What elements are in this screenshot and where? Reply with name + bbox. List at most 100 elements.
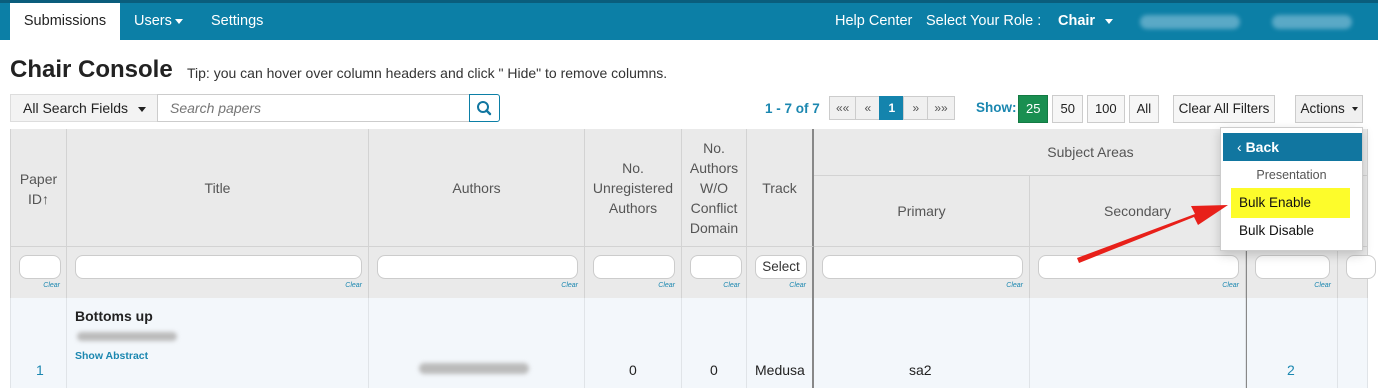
user-menu-redacted[interactable] — [1272, 15, 1352, 29]
clear-link[interactable]: Clear — [658, 282, 675, 289]
track-value: Medusa — [755, 362, 805, 378]
col-header-wo-conflict[interactable]: No. Authors W/O Conflict Domain — [682, 129, 747, 247]
clear-link[interactable]: Clear — [789, 282, 806, 289]
role-dropdown[interactable]: Chair — [1058, 3, 1114, 40]
filter-cell-extra-2 — [1338, 247, 1376, 298]
page-size-100[interactable]: 100 — [1086, 95, 1125, 123]
chevron-down-icon — [1105, 18, 1114, 24]
actions-label: Actions — [1300, 101, 1345, 116]
clear-link[interactable]: Clear — [723, 282, 740, 289]
show-abstract-link[interactable]: Show Abstract — [75, 350, 148, 362]
col-header-paper-id[interactable]: Paper ID↑ — [10, 129, 67, 247]
page-title: Chair Console — [10, 56, 173, 83]
col-header-track[interactable]: Track — [747, 129, 814, 247]
clear-link[interactable]: Clear — [1314, 282, 1331, 289]
filter-input-extra[interactable] — [1255, 255, 1330, 279]
bulk-disable-item[interactable]: Bulk Disable — [1231, 216, 1350, 246]
filter-input-paper-id[interactable] — [19, 255, 61, 279]
nav-help-center[interactable]: Help Center — [835, 3, 912, 40]
filter-input-unregistered[interactable] — [593, 255, 675, 279]
table-row: 1 — [10, 298, 67, 388]
unregistered-value: 0 — [629, 362, 637, 378]
extra-cell — [1338, 298, 1368, 388]
filter-input-title[interactable] — [75, 255, 362, 279]
show-label: Show: — [976, 100, 1017, 115]
col-header-paper-id-label: Paper ID — [19, 170, 58, 207]
primary-cell: sa2 — [814, 298, 1030, 388]
nav-submissions[interactable]: Submissions — [10, 3, 120, 40]
prev-page-button[interactable]: « — [855, 96, 881, 120]
top-nav: Submissions Users Settings Help Center S… — [0, 0, 1378, 40]
filter-cell-extra: Clear — [1246, 247, 1338, 298]
col-header-title[interactable]: Title — [67, 129, 369, 247]
wo-conflict-value: 0 — [710, 362, 718, 378]
secondary-cell — [1030, 298, 1246, 388]
filter-input-extra-2[interactable] — [1346, 255, 1376, 279]
menu-section-header: Presentation — [1256, 168, 1327, 182]
bulk-enable-item[interactable]: Bulk Enable — [1231, 188, 1350, 218]
clear-all-filters-button[interactable]: Clear All Filters — [1173, 95, 1275, 123]
page-1-button[interactable]: 1 — [879, 96, 905, 120]
chevron-left-icon: ‹ — [1237, 139, 1242, 155]
page-size-25[interactable]: 25 — [1018, 95, 1049, 123]
title-cell: Bottoms up Show Abstract — [67, 298, 369, 388]
page-size-all[interactable]: All — [1128, 95, 1160, 123]
user-name-redacted[interactable] — [1140, 15, 1240, 29]
track-cell: Medusa — [747, 298, 814, 388]
search-button[interactable] — [469, 94, 500, 122]
filter-cell-unregistered: Clear — [585, 247, 682, 298]
count-link[interactable]: 2 — [1287, 362, 1295, 378]
col-header-primary[interactable]: Primary — [814, 176, 1030, 247]
nav-users[interactable]: Users — [134, 3, 183, 40]
filter-cell-track: Select Clear — [747, 247, 814, 298]
clear-link[interactable]: Clear — [561, 282, 578, 289]
author-redacted — [77, 332, 177, 341]
paper-title[interactable]: Bottoms up — [75, 308, 153, 324]
role-label: Chair — [1058, 13, 1096, 29]
filter-cell-wo-conflict: Clear — [682, 247, 747, 298]
clear-link[interactable]: Clear — [43, 282, 60, 289]
track-select[interactable]: Select — [755, 255, 807, 279]
filter-input-primary[interactable] — [822, 255, 1023, 279]
paper-id-link[interactable]: 1 — [36, 362, 44, 378]
search-input[interactable] — [157, 94, 470, 122]
filter-cell-title: Clear — [67, 247, 369, 298]
next-page-button[interactable]: » — [903, 96, 929, 120]
filter-cell-primary: Clear — [814, 247, 1030, 298]
page-size-50[interactable]: 50 — [1052, 95, 1083, 123]
nav-settings[interactable]: Settings — [211, 3, 263, 40]
sort-arrow-icon: ↑ — [42, 190, 49, 207]
back-button[interactable]: ‹ Back — [1223, 133, 1362, 161]
clear-link[interactable]: Clear — [1222, 282, 1239, 289]
col-header-authors[interactable]: Authors — [369, 129, 585, 247]
search-fields-dropdown[interactable]: All Search Fields — [10, 94, 157, 122]
chevron-down-icon — [174, 18, 183, 24]
clear-link[interactable]: Clear — [1006, 282, 1023, 289]
search-icon — [477, 101, 492, 116]
authors-redacted — [419, 363, 529, 374]
count-cell: 2 — [1246, 298, 1338, 388]
page-size-group: 25 50 100 All — [1018, 95, 1163, 123]
result-range: 1 - 7 of 7 — [765, 101, 820, 116]
unregistered-cell: 0 — [585, 298, 682, 388]
filter-cell-authors: Clear — [369, 247, 585, 298]
actions-menu: ‹ Back Presentation Bulk Enable Bulk Dis… — [1220, 127, 1363, 251]
pagination: «« « 1 » »» — [829, 96, 955, 120]
chevron-down-icon — [1351, 107, 1358, 112]
column-tip: Tip: you can hover over column headers a… — [187, 65, 668, 81]
back-label: Back — [1245, 139, 1280, 155]
actions-button[interactable]: Actions — [1295, 95, 1363, 123]
filter-cell-paper-id: Clear — [10, 247, 67, 298]
nav-users-label: Users — [134, 13, 172, 29]
first-page-button[interactable]: «« — [829, 96, 857, 120]
filter-input-wo-conflict[interactable] — [690, 255, 742, 279]
clear-link[interactable]: Clear — [345, 282, 362, 289]
last-page-button[interactable]: »» — [927, 96, 955, 120]
filter-input-authors[interactable] — [377, 255, 578, 279]
wo-conflict-cell: 0 — [682, 298, 747, 388]
primary-value: sa2 — [909, 362, 932, 378]
col-header-unregistered[interactable]: No. Unregistered Authors — [585, 129, 682, 247]
search-fields-label: All Search Fields — [23, 100, 129, 116]
authors-cell — [369, 298, 585, 388]
chevron-down-icon — [137, 106, 146, 112]
